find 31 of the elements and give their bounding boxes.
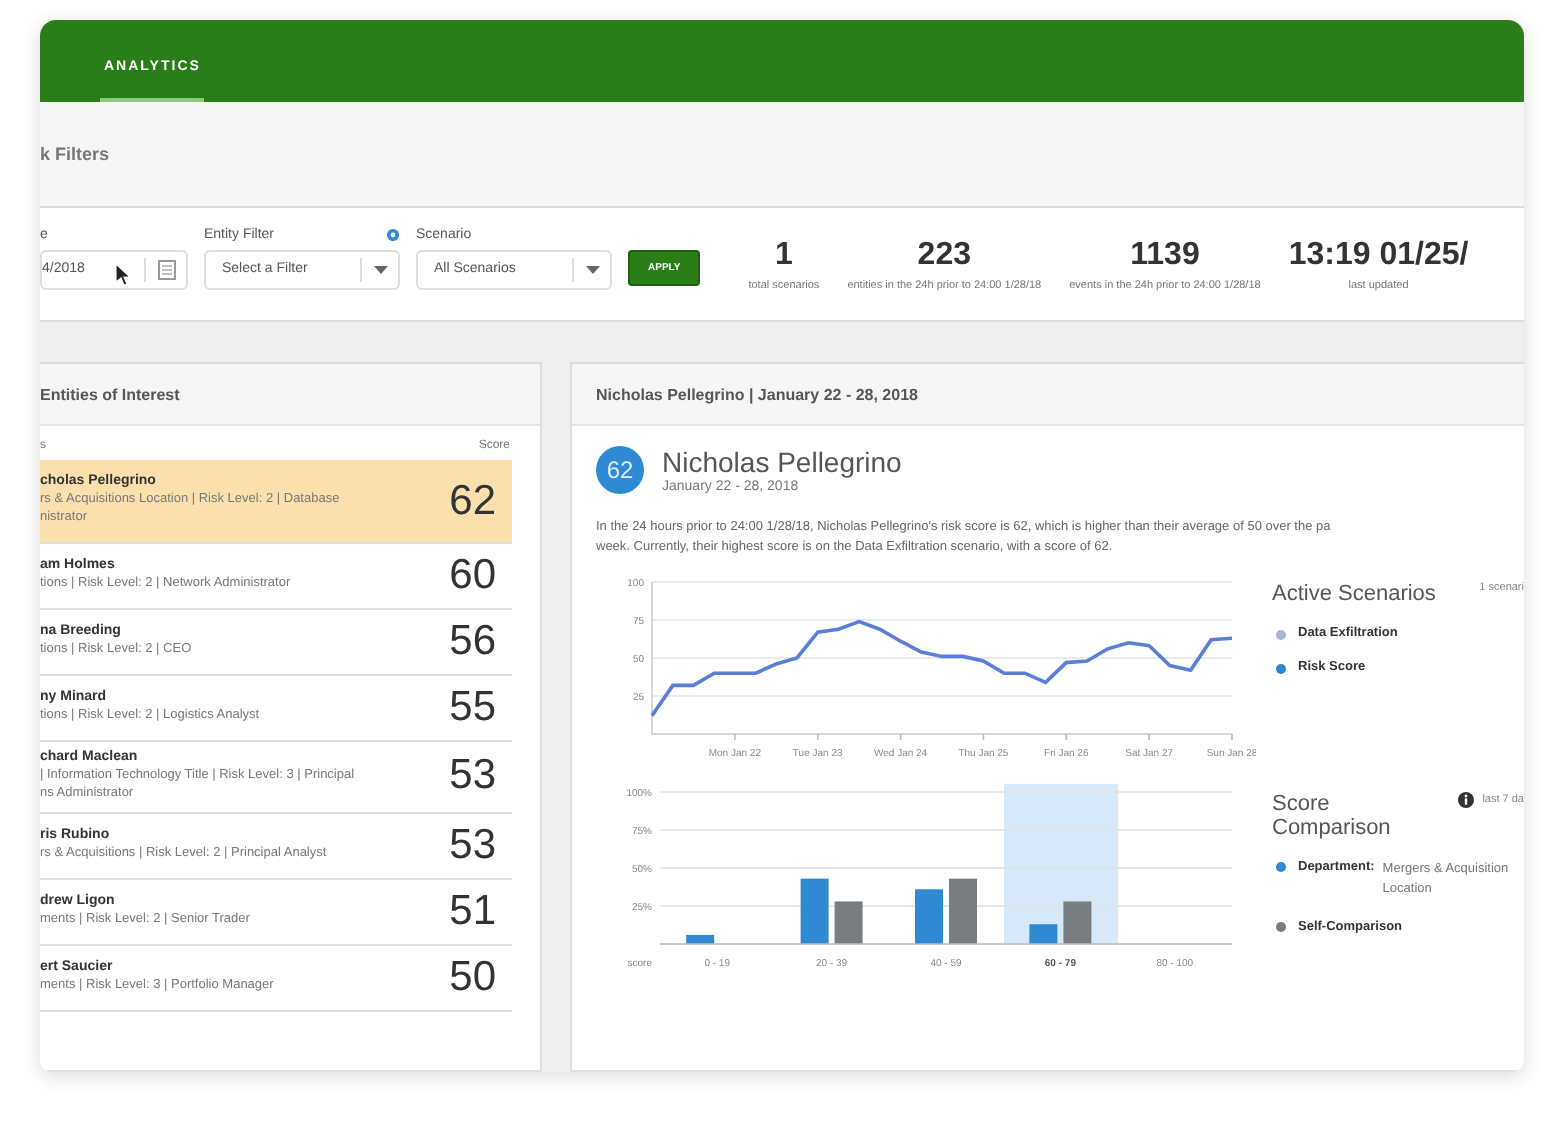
- bar: [1063, 901, 1092, 945]
- bar: [800, 878, 829, 945]
- bar: [686, 935, 715, 945]
- panel-title: Entities of Interest: [40, 385, 180, 403]
- entity-score: 56: [449, 618, 496, 666]
- bar: [834, 901, 863, 945]
- entity-score: 53: [449, 821, 496, 870]
- entity-name: Nicholas Pellegrino: [662, 446, 902, 478]
- stat-value: 1139: [1130, 237, 1200, 273]
- score-badge: 62: [596, 446, 644, 494]
- entity-score: 53: [449, 752, 496, 801]
- entity-score: 51: [449, 887, 496, 936]
- calendar-icon[interactable]: [158, 259, 176, 279]
- stat-value: 223: [917, 237, 971, 273]
- bar: [1029, 924, 1058, 945]
- info-icon[interactable]: [1458, 792, 1475, 809]
- bar: [915, 889, 943, 945]
- caret-icon: [374, 265, 388, 273]
- caret-icon: [586, 265, 600, 273]
- entity-score: 62: [449, 477, 496, 525]
- entity-score: 60: [449, 552, 496, 600]
- entity-score: 55: [449, 684, 496, 732]
- entity-score: 50: [449, 953, 496, 1002]
- mouse-cursor-icon: [116, 264, 132, 286]
- filters-title: k Filters: [40, 144, 110, 164]
- panel-title: Nicholas Pellegrino | January 22 - 28, 2018: [596, 385, 918, 403]
- stat-value: 13:19 01/25/: [1288, 237, 1469, 273]
- section-title: Active Scenarios: [1272, 582, 1436, 607]
- section-title: Score Comparison: [1272, 792, 1392, 841]
- stat-value: 1: [775, 237, 793, 273]
- bar: [949, 878, 977, 945]
